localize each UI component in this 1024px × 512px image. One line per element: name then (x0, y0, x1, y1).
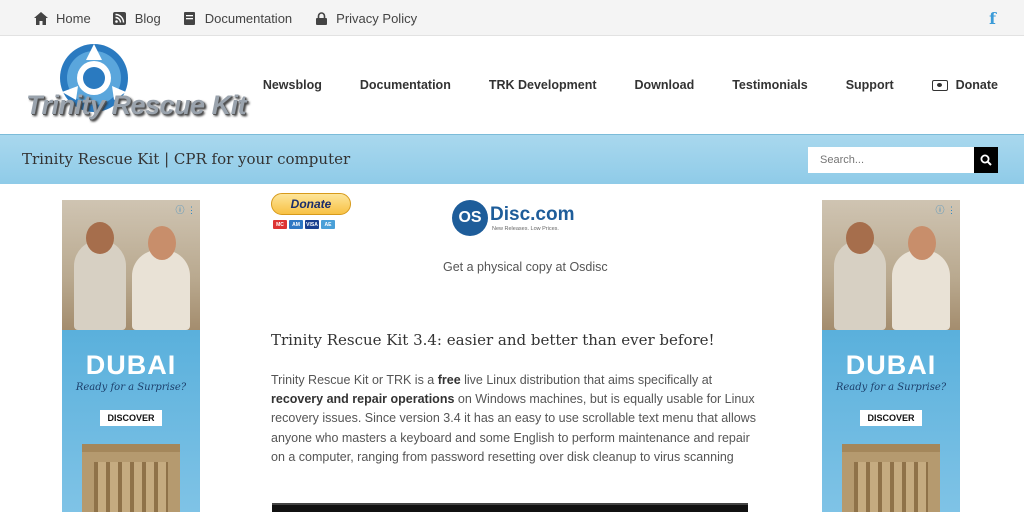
nav-donate[interactable]: Donate (931, 78, 998, 92)
top-bar: Home Blog Documentation Privacy Policy f (0, 0, 1024, 36)
card-visa-icon: VISA (305, 220, 319, 229)
lock-icon (314, 11, 328, 25)
ad-person-right (892, 250, 950, 330)
home-icon (34, 11, 48, 25)
ad-discover-button[interactable]: DISCOVER (100, 410, 162, 426)
ad-subline: Ready for a Surprise? (835, 382, 947, 393)
top-nav: Home Blog Documentation Privacy Policy (34, 0, 439, 36)
intro-text-1: Trinity Rescue Kit or TRK is a (271, 373, 438, 387)
site-tagline: Trinity Rescue Kit | CPR for your comput… (22, 150, 351, 168)
ad-person-right (132, 250, 190, 330)
top-nav-blog-label: Blog (134, 10, 161, 26)
intro-free: free (437, 373, 461, 387)
main-nav: Newsblog Documentation TRK Development D… (225, 36, 998, 134)
ad-photo (822, 200, 960, 330)
facebook-icon[interactable]: f (989, 9, 996, 28)
nav-newsblog[interactable]: Newsblog (263, 78, 322, 92)
nav-documentation[interactable]: Documentation (360, 78, 451, 92)
ad-person-left-head (86, 222, 114, 254)
logo-text: Trinity Rescue Kit (26, 90, 247, 120)
search-button[interactable] (974, 147, 998, 173)
ad-tower-image (842, 444, 940, 512)
top-nav-documentation[interactable]: Documentation (183, 11, 292, 26)
ad-headline: DUBAI (845, 350, 937, 380)
ad-tower-image (82, 444, 180, 512)
ad-info-icon[interactable]: ⓘ ⋮ (935, 203, 956, 216)
intro-text-2: live Linux distribution that aims specif… (460, 373, 713, 387)
right-ad[interactable]: ⓘ ⋮ DUBAI Ready for a Surprise? DISCOVER (822, 200, 960, 512)
search-input[interactable] (808, 147, 974, 173)
ad-photo (62, 200, 200, 330)
ad-headline: DUBAI (85, 350, 177, 380)
nav-donate-label: Donate (955, 78, 998, 92)
ad-discover-button[interactable]: DISCOVER (860, 410, 922, 426)
top-nav-documentation-label: Documentation (204, 10, 293, 26)
nav-support[interactable]: Support (846, 78, 894, 92)
ad-person-left-head (846, 222, 874, 254)
book-icon (183, 11, 197, 25)
tagline-banner: Trinity Rescue Kit | CPR for your comput… (0, 134, 1024, 184)
paypal-donate-button[interactable]: Donate (271, 193, 351, 215)
top-nav-home[interactable]: Home (34, 11, 91, 26)
ad-person-right-head (908, 226, 936, 260)
video-embed[interactable] (272, 503, 748, 512)
osdisc-caption: Get a physical copy at Osdisc (443, 260, 608, 274)
top-nav-privacy-policy[interactable]: Privacy Policy (314, 11, 417, 26)
left-ad[interactable]: ⓘ ⋮ DUBAI Ready for a Surprise? DISCOVER (62, 200, 200, 512)
rss-icon (113, 11, 127, 25)
site-header: Trinity Rescue Kit Newsblog Documentatio… (0, 36, 1024, 134)
article-intro: Trinity Rescue Kit or TRK is a free live… (271, 371, 761, 467)
payment-cards: MC AM VISA AE (273, 220, 335, 229)
ad-info-icon[interactable]: ⓘ ⋮ (175, 203, 196, 216)
top-nav-home-label: Home (56, 10, 91, 26)
osdisc-logo[interactable]: OS Disc.com New Releases. Low Prices. (452, 198, 592, 238)
intro-bold: recovery and repair operations (271, 392, 455, 407)
card-maestro-icon: AM (289, 220, 303, 229)
card-mastercard-icon: MC (273, 220, 287, 229)
top-nav-privacy-policy-label: Privacy Policy (336, 10, 418, 26)
search-icon (980, 154, 992, 166)
osdisc-tagline: New Releases. Low Prices. (492, 226, 559, 232)
site-logo[interactable]: Trinity Rescue Kit (26, 40, 247, 128)
money-icon (931, 79, 948, 91)
article-title: Trinity Rescue Kit 3.4: easier and bette… (271, 331, 715, 349)
nav-download[interactable]: Download (635, 78, 695, 92)
ad-subline: Ready for a Surprise? (75, 382, 187, 393)
nav-testimonials[interactable]: Testimonials (732, 78, 807, 92)
ad-person-right-head (148, 226, 176, 260)
osdisc-name: Disc.com (490, 204, 575, 225)
card-amex-icon: AE (321, 220, 335, 229)
paypal-donate: Donate MC AM VISA AE (271, 193, 351, 235)
top-nav-blog[interactable]: Blog (113, 11, 161, 26)
osdisc-mark: OS (452, 200, 488, 236)
nav-trk-development[interactable]: TRK Development (489, 78, 597, 92)
